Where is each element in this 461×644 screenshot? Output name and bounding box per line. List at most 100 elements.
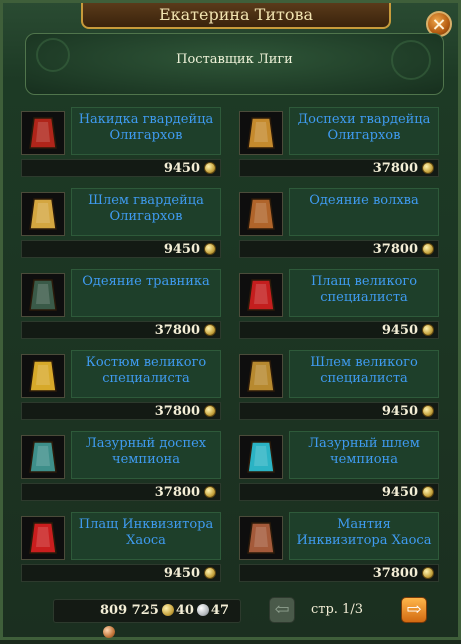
next-page-button[interactable]: ⇨ — [401, 597, 427, 623]
price-bar: 37800 — [239, 564, 439, 582]
item-price: 9450 — [381, 485, 418, 500]
item-name: Одеяние волхва — [309, 193, 419, 208]
silver-amount: 40 — [175, 603, 194, 618]
gold-helmet-icon — [21, 192, 65, 236]
shop-item[interactable]: Доспехи гвардейца Олигархов 37800 — [233, 103, 443, 177]
item-name-box: Костюм великого специалиста — [71, 350, 221, 398]
prev-page-button[interactable]: ⇦ — [269, 597, 295, 623]
item-name: Плащ Инквизитора Хаоса — [78, 517, 214, 548]
gold-coin-icon — [422, 243, 434, 255]
item-price: 9450 — [381, 323, 418, 338]
item-price: 37800 — [154, 485, 200, 500]
gold-coin-icon — [422, 405, 434, 417]
item-name-box: Накидка гвардейца Олигархов — [71, 107, 221, 155]
price-bar: 37800 — [21, 321, 221, 339]
red-cloak-icon — [21, 516, 65, 560]
shop-item[interactable]: Накидка гвардейца Олигархов 9450 — [15, 103, 225, 177]
dark-armor-icon — [21, 273, 65, 317]
price-bar: 9450 — [21, 240, 221, 258]
merchant-header: Поставщик Лиги — [25, 33, 444, 95]
price-bar: 37800 — [21, 402, 221, 420]
shop-item[interactable]: Одеяние травника 37800 — [15, 265, 225, 339]
gold-armor-icon — [239, 111, 283, 155]
gold-coin-icon — [204, 486, 216, 498]
window-title: Екатерина Титова — [81, 3, 391, 29]
item-name-box: Доспехи гвардейца Олигархов — [289, 107, 439, 155]
gold-coin-icon — [204, 405, 216, 417]
item-name: Мантия Инквизитора Хаоса — [296, 517, 432, 548]
arrow-right-icon: ⇨ — [406, 599, 422, 620]
price-bar: 37800 — [239, 240, 439, 258]
shop-item[interactable]: Лазурный доспех чемпиона 37800 — [15, 427, 225, 501]
red-cloak-icon — [21, 111, 65, 155]
gold-coin-icon — [422, 486, 434, 498]
gold-coin-icon — [204, 324, 216, 336]
shop-window: Екатерина Титова × Поставщик Лиги Накидк… — [0, 0, 461, 640]
item-name-box: Плащ Инквизитора Хаоса — [71, 512, 221, 560]
footer: 809 725 40 47 ⇦ стр. 1/3 ⇨ — [3, 593, 461, 638]
hood-helmet-icon — [239, 354, 283, 398]
gold-amount: 809 725 — [100, 603, 159, 618]
item-name: Шлем великого специалиста — [310, 355, 418, 386]
item-name: Плащ великого специалиста — [310, 274, 418, 305]
gold-coin-icon — [161, 604, 174, 616]
item-name-box: Лазурный шлем чемпиона — [289, 431, 439, 479]
shop-item[interactable]: Лазурный шлем чемпиона 9450 — [233, 427, 443, 501]
page-indicator: стр. 1/3 — [311, 602, 363, 617]
price-bar: 37800 — [239, 159, 439, 177]
price-bar: 9450 — [21, 159, 221, 177]
shop-item[interactable]: Мантия Инквизитора Хаоса 37800 — [233, 508, 443, 582]
silver-coin-icon — [196, 604, 209, 616]
azure-armor-icon — [21, 435, 65, 479]
item-price: 9450 — [163, 161, 200, 176]
azure-helmet-icon — [239, 435, 283, 479]
vest-icon — [239, 192, 283, 236]
item-name-box: Лазурный доспех чемпиона — [71, 431, 221, 479]
item-price: 37800 — [372, 242, 418, 257]
shop-item[interactable]: Одеяние волхва 37800 — [233, 184, 443, 258]
item-price: 9450 — [381, 404, 418, 419]
shop-item[interactable]: Костюм великого специалиста 37800 — [15, 346, 225, 420]
robe-icon — [239, 516, 283, 560]
item-name: Костюм великого специалиста — [85, 355, 207, 386]
item-name-box: Мантия Инквизитора Хаоса — [289, 512, 439, 560]
item-name: Одеяние травника — [82, 274, 210, 289]
item-name: Доспехи гвардейца Олигархов — [297, 112, 431, 143]
red-cloak-icon — [239, 273, 283, 317]
arrow-left-icon: ⇦ — [274, 599, 290, 620]
item-price: 37800 — [154, 323, 200, 338]
merchant-name: Поставщик Лиги — [176, 52, 293, 67]
item-name-box: Одеяние волхва — [289, 188, 439, 236]
item-price: 37800 — [372, 161, 418, 176]
shop-item[interactable]: Шлем великого специалиста 9450 — [233, 346, 443, 420]
copper-coin-icon — [103, 626, 115, 638]
copper-amount: 47 — [210, 603, 229, 618]
price-bar: 9450 — [239, 483, 439, 501]
item-price: 37800 — [154, 404, 200, 419]
price-bar: 37800 — [21, 483, 221, 501]
item-name-box: Шлем великого специалиста — [289, 350, 439, 398]
gold-coin-icon — [422, 162, 434, 174]
item-name: Накидка гвардейца Олигархов — [78, 112, 214, 143]
gold-coin-icon — [204, 162, 216, 174]
gold-coin-icon — [422, 567, 434, 579]
item-name: Шлем гвардейца Олигархов — [88, 193, 204, 224]
item-price: 9450 — [163, 242, 200, 257]
shop-item[interactable]: Плащ великого специалиста 9450 — [233, 265, 443, 339]
gold-coin-icon — [204, 243, 216, 255]
price-bar: 9450 — [239, 321, 439, 339]
shop-item[interactable]: Плащ Инквизитора Хаоса 9450 — [15, 508, 225, 582]
item-name-box: Одеяние травника — [71, 269, 221, 317]
currency-display: 809 725 40 47 — [53, 599, 241, 638]
gold-coin-icon — [422, 324, 434, 336]
price-bar: 9450 — [21, 564, 221, 582]
item-name: Лазурный доспех чемпиона — [85, 436, 207, 467]
item-name-box: Плащ великого специалиста — [289, 269, 439, 317]
gold-suit-icon — [21, 354, 65, 398]
item-name: Лазурный шлем чемпиона — [308, 436, 420, 467]
gold-coin-icon — [204, 567, 216, 579]
close-icon: × — [431, 14, 447, 35]
item-name-box: Шлем гвардейца Олигархов — [71, 188, 221, 236]
shop-item[interactable]: Шлем гвардейца Олигархов 9450 — [15, 184, 225, 258]
item-price: 9450 — [163, 566, 200, 581]
